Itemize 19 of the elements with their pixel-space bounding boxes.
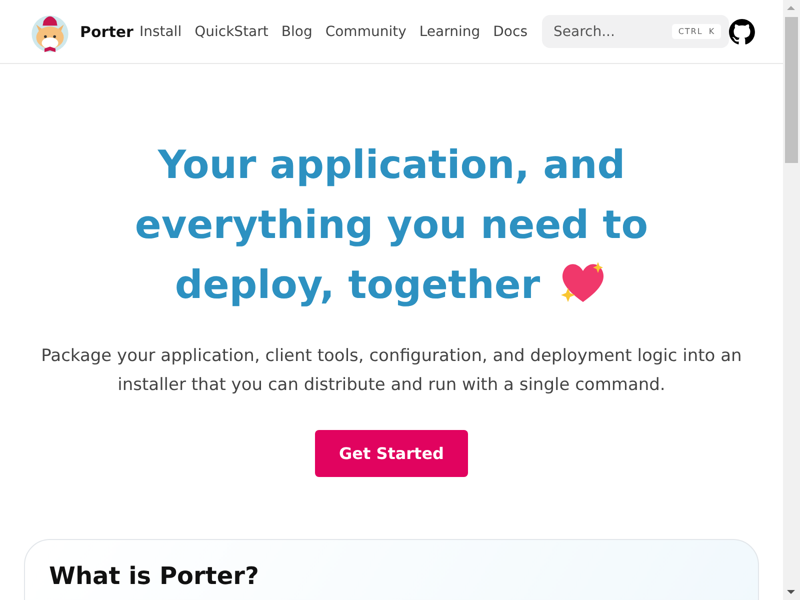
hero-description: Package your application, client tools, configuration, and deployment logic into an installer that you can distribute and run with a single command. bbox=[40, 345, 743, 397]
nav-link[interactable]: Blog bbox=[281, 24, 312, 40]
scrollbar-track[interactable] bbox=[783, 0, 800, 600]
scrollbar-thumb[interactable] bbox=[785, 17, 798, 163]
hero-title-line: everything you need to bbox=[134, 203, 648, 248]
hero-title-line: Your application, and bbox=[158, 143, 626, 188]
search-field[interactable]: Search... CTRL K bbox=[542, 15, 730, 48]
section-heading: What is Porter? bbox=[49, 562, 260, 590]
brand-name[interactable]: Porter bbox=[80, 22, 134, 40]
hero-title-line: deploy, together bbox=[174, 263, 540, 308]
nav-link[interactable]: Install bbox=[139, 24, 182, 40]
nav-link[interactable]: Community bbox=[325, 24, 406, 40]
nav-link[interactable]: QuickStart bbox=[194, 24, 268, 40]
nav-link[interactable]: Learning bbox=[419, 24, 480, 40]
get-started-button[interactable]: Get Started bbox=[314, 430, 468, 477]
github-icon[interactable] bbox=[729, 18, 755, 44]
scroll-down-icon[interactable] bbox=[787, 588, 795, 596]
keyboard-shortcut: CTRL K bbox=[672, 24, 722, 39]
nav-link[interactable]: Docs bbox=[493, 24, 528, 40]
